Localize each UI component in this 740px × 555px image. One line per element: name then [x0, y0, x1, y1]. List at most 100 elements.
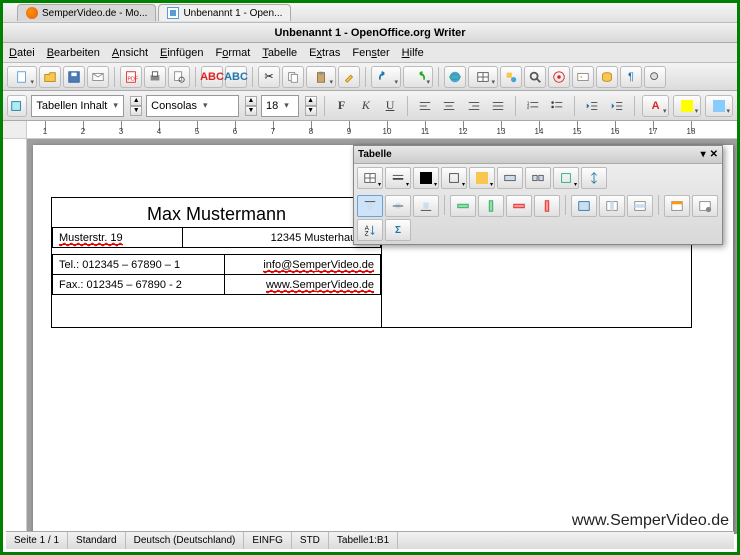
align-bottom-button[interactable] [413, 195, 439, 217]
format-paintbrush-button[interactable] [338, 66, 360, 88]
data-sources-button[interactable] [596, 66, 618, 88]
menu-bearbeiten[interactable]: Bearbeiten [47, 47, 100, 59]
merge-cells-button[interactable] [497, 167, 523, 189]
numbering-button[interactable]: 12 [523, 95, 543, 117]
align-top-button[interactable] [357, 195, 383, 217]
increase-indent-button[interactable] [607, 95, 627, 117]
outer-cell-left[interactable]: Max Mustermann Musterstr. 19 12345 Muste… [52, 198, 382, 328]
gallery-button[interactable] [572, 66, 594, 88]
fax-cell[interactable]: Fax.: 012345 – 67890 - 2 [53, 275, 225, 295]
save-button[interactable] [63, 66, 85, 88]
zoom-button[interactable] [644, 66, 666, 88]
font-color-button[interactable]: A [642, 95, 670, 117]
contact-table[interactable]: Tel.: 012345 – 67890 – 1 info@SemperVide… [52, 254, 381, 295]
align-left-button[interactable] [415, 95, 435, 117]
menu-extras[interactable]: Extras [309, 47, 340, 59]
align-center-button[interactable] [439, 95, 459, 117]
underline-button[interactable]: U [380, 95, 400, 117]
optimize-button[interactable] [553, 167, 579, 189]
align-justify-button[interactable] [488, 95, 508, 117]
copy-button[interactable] [282, 66, 304, 88]
size-down[interactable]: ▼ [305, 106, 317, 116]
styles-button[interactable] [7, 95, 27, 117]
menu-datei[interactable]: Datei [9, 47, 35, 59]
delete-row-button[interactable] [506, 195, 532, 217]
status-std[interactable]: STD [292, 532, 329, 549]
menu-tabelle[interactable]: Tabelle [262, 47, 297, 59]
bullets-button[interactable] [547, 95, 567, 117]
align-right-button[interactable] [464, 95, 484, 117]
web-cell[interactable]: www.SemperVideo.de [224, 275, 380, 295]
menu-fenster[interactable]: Fenster [352, 47, 389, 59]
open-button[interactable] [39, 66, 61, 88]
status-cell[interactable]: Tabelle1:B1 [329, 532, 398, 549]
horizontal-ruler[interactable]: 123456789101112131415161718 [27, 121, 737, 138]
paragraph-style-combo[interactable]: Tabellen Inhalt [31, 95, 124, 117]
cut-button[interactable]: ✂ [258, 66, 280, 88]
table-properties-button[interactable] [692, 195, 718, 217]
bg-color-button[interactable] [469, 167, 495, 189]
menu-ansicht[interactable]: Ansicht [112, 47, 148, 59]
tel-cell[interactable]: Tel.: 012345 – 67890 – 1 [53, 255, 225, 275]
status-language[interactable]: Deutsch (Deutschland) [126, 532, 245, 549]
redo-button[interactable] [403, 66, 433, 88]
menu-hilfe[interactable]: Hilfe [402, 47, 424, 59]
split-cells-button[interactable] [525, 167, 551, 189]
browser-tab-openoffice[interactable]: Unbenannt 1 - Open... [158, 4, 291, 21]
size-up[interactable]: ▲ [305, 96, 317, 106]
nonprinting-button[interactable]: ¶ [620, 66, 642, 88]
select-table-button[interactable] [571, 195, 597, 217]
undo-button[interactable] [371, 66, 401, 88]
address-table[interactable]: Musterstr. 19 12345 Musterhausen [52, 227, 381, 248]
border-color-button[interactable] [413, 167, 439, 189]
status-template[interactable]: Standard [68, 532, 126, 549]
select-row-button[interactable] [627, 195, 653, 217]
print-preview-button[interactable] [168, 66, 190, 88]
status-insert[interactable]: EINFG [244, 532, 292, 549]
menu-einfuegen[interactable]: Einfügen [160, 47, 203, 59]
find-button[interactable] [524, 66, 546, 88]
font-up[interactable]: ▲ [245, 96, 257, 106]
sum-button[interactable]: Σ [385, 219, 411, 241]
insert-col-button[interactable] [478, 195, 504, 217]
street-cell[interactable]: Musterstr. 19 [53, 228, 183, 248]
font-down[interactable]: ▼ [245, 106, 257, 116]
style-up[interactable]: ▲ [130, 96, 142, 106]
vertical-ruler[interactable] [3, 139, 27, 534]
table-insert-button[interactable] [357, 167, 383, 189]
person-name[interactable]: Max Mustermann [52, 198, 381, 227]
font-size-combo[interactable]: 18 [261, 95, 299, 117]
decrease-indent-button[interactable] [582, 95, 602, 117]
delete-col-button[interactable] [534, 195, 560, 217]
insert-row-button[interactable] [450, 195, 476, 217]
spellcheck-button[interactable]: ABC [201, 66, 223, 88]
status-page[interactable]: Seite 1 / 1 [6, 532, 68, 549]
export-pdf-button[interactable]: PDF [120, 66, 142, 88]
city-cell[interactable]: 12345 Musterhausen [183, 228, 381, 248]
hyperlink-button[interactable] [444, 66, 466, 88]
print-button[interactable] [144, 66, 166, 88]
font-name-combo[interactable]: Consolas [146, 95, 239, 117]
table-button[interactable] [468, 66, 498, 88]
italic-button[interactable]: K [356, 95, 376, 117]
new-button[interactable] [7, 66, 37, 88]
highlight-button[interactable] [673, 95, 701, 117]
line-style-button[interactable] [385, 167, 411, 189]
sort-button[interactable]: AZ [357, 219, 383, 241]
bold-button[interactable]: F [331, 95, 351, 117]
paste-button[interactable] [306, 66, 336, 88]
borders-button[interactable] [441, 167, 467, 189]
float-titlebar[interactable]: Tabelle ▾ ✕ [354, 146, 722, 164]
auto-spellcheck-button[interactable]: ABC [225, 66, 247, 88]
align-vcenter-button[interactable] [385, 195, 411, 217]
float-close-icon[interactable]: ✕ [710, 149, 718, 160]
email-button[interactable] [87, 66, 109, 88]
browser-tab-firefox[interactable]: SemperVideo.de - Mo... [17, 4, 156, 21]
email-cell[interactable]: info@SemperVideo.de [224, 255, 380, 275]
row-height-button[interactable] [581, 167, 607, 189]
table-floating-toolbar[interactable]: Tabelle ▾ ✕ [353, 145, 723, 245]
menu-format[interactable]: Format [215, 47, 250, 59]
navigator-button[interactable] [548, 66, 570, 88]
float-pin-icon[interactable]: ▾ [701, 149, 706, 160]
style-down[interactable]: ▼ [130, 106, 142, 116]
